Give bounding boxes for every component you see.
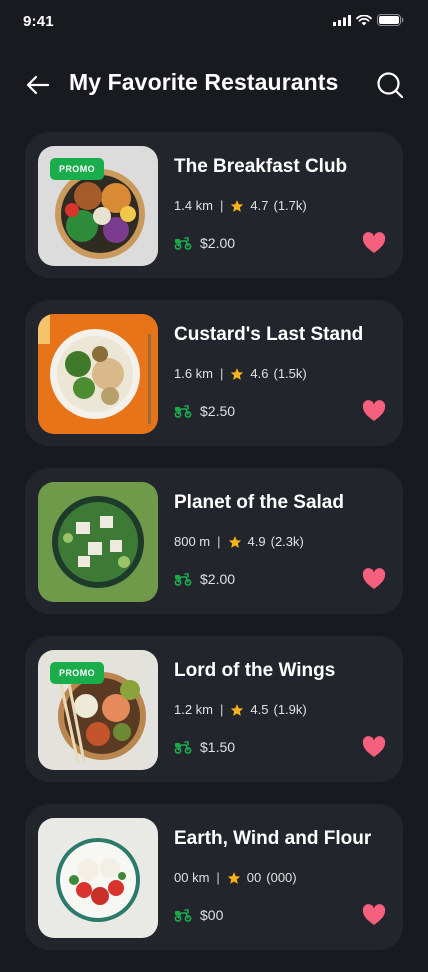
delivery-fee-value: $2.00 bbox=[200, 571, 236, 587]
delivery-scooter-icon bbox=[174, 741, 192, 754]
distance: 800 m bbox=[174, 534, 211, 549]
restaurant-list: PROMO The Breakfast Club 1.4 km | 4.7 (1… bbox=[25, 132, 403, 972]
delivery-fee: $2.00 bbox=[174, 571, 235, 587]
distance: 1.6 km bbox=[174, 366, 214, 381]
review-count: (1.5k) bbox=[273, 366, 307, 381]
rating: 4.6 bbox=[250, 366, 269, 381]
delivery-scooter-icon bbox=[174, 573, 192, 586]
star-icon bbox=[228, 535, 241, 548]
star-icon bbox=[231, 199, 244, 212]
restaurant-name: Lord of the Wings bbox=[174, 660, 336, 681]
separator: | bbox=[220, 366, 224, 381]
restaurant-name: The Breakfast Club bbox=[174, 156, 348, 177]
restaurant-meta: 00 km | 00 (000) bbox=[174, 870, 297, 885]
search-icon[interactable] bbox=[376, 71, 404, 99]
delivery-fee-value: $00 bbox=[200, 907, 224, 923]
separator: | bbox=[216, 870, 220, 885]
heart-icon[interactable] bbox=[362, 904, 386, 926]
restaurant-meta: 800 m | 4.9 (2.3k) bbox=[174, 534, 304, 549]
rating: 00 bbox=[246, 870, 262, 885]
separator: | bbox=[220, 198, 224, 213]
wifi-icon bbox=[356, 14, 372, 25]
delivery-fee: $2.50 bbox=[174, 403, 235, 419]
restaurant-card[interactable]: Earth, Wind and Flour 00 km | 00 (000) $… bbox=[25, 804, 403, 950]
star-icon bbox=[231, 367, 244, 380]
heart-icon[interactable] bbox=[362, 400, 386, 422]
promo-badge: PROMO bbox=[50, 662, 105, 684]
delivery-fee-value: $2.50 bbox=[200, 403, 236, 419]
restaurant-name: Earth, Wind and Flour bbox=[174, 828, 372, 849]
star-icon bbox=[231, 703, 244, 716]
status-bar: 9:41 bbox=[0, 0, 428, 44]
restaurant-card[interactable]: Custard's Last Stand 1.6 km | 4.6 (1.5k)… bbox=[25, 300, 403, 446]
review-count: (1.7k) bbox=[273, 198, 307, 213]
heart-icon[interactable] bbox=[362, 232, 386, 254]
delivery-fee: $00 bbox=[174, 907, 223, 923]
restaurant-image bbox=[38, 314, 158, 434]
page-title: My Favorite Restaurants bbox=[69, 69, 339, 95]
restaurant-meta: 1.4 km | 4.7 (1.7k) bbox=[174, 198, 307, 213]
rating: 4.5 bbox=[250, 702, 269, 717]
review-count: (2.3k) bbox=[270, 534, 304, 549]
restaurant-image: PROMO bbox=[38, 146, 158, 266]
heart-icon[interactable] bbox=[362, 568, 386, 590]
rating: 4.9 bbox=[247, 534, 266, 549]
restaurant-meta: 1.2 km | 4.5 (1.9k) bbox=[174, 702, 307, 717]
back-arrow-icon[interactable] bbox=[24, 72, 52, 98]
header: My Favorite Restaurants bbox=[0, 60, 428, 110]
distance: 00 km bbox=[174, 870, 210, 885]
distance: 1.4 km bbox=[174, 198, 214, 213]
delivery-fee-value: $2.00 bbox=[200, 235, 236, 251]
signal-icon bbox=[333, 14, 351, 26]
status-time: 9:41 bbox=[23, 13, 54, 30]
delivery-fee-value: $1.50 bbox=[200, 739, 236, 755]
battery-icon bbox=[377, 14, 404, 26]
heart-icon[interactable] bbox=[362, 736, 386, 758]
review-count: (000) bbox=[266, 870, 297, 885]
delivery-fee: $2.00 bbox=[174, 235, 235, 251]
review-count: (1.9k) bbox=[273, 702, 307, 717]
restaurant-image bbox=[38, 482, 158, 602]
restaurant-image: PROMO bbox=[38, 650, 158, 770]
restaurant-meta: 1.6 km | 4.6 (1.5k) bbox=[174, 366, 307, 381]
restaurant-name: Planet of the Salad bbox=[174, 492, 344, 513]
delivery-fee: $1.50 bbox=[174, 739, 235, 755]
separator: | bbox=[220, 702, 224, 717]
separator: | bbox=[217, 534, 221, 549]
status-icons bbox=[333, 14, 404, 26]
restaurant-card[interactable]: PROMO The Breakfast Club 1.4 km | 4.7 (1… bbox=[25, 132, 403, 278]
delivery-scooter-icon bbox=[174, 405, 192, 418]
restaurant-name: Custard's Last Stand bbox=[174, 324, 364, 345]
restaurant-card[interactable]: PROMO Lord of the Wings 1.2 km | 4.5 (1.… bbox=[25, 636, 403, 782]
rating: 4.7 bbox=[250, 198, 269, 213]
delivery-scooter-icon bbox=[174, 237, 192, 250]
star-icon bbox=[227, 871, 240, 884]
distance: 1.2 km bbox=[174, 702, 214, 717]
promo-badge: PROMO bbox=[50, 158, 105, 180]
delivery-scooter-icon bbox=[174, 909, 192, 922]
restaurant-card[interactable]: Planet of the Salad 800 m | 4.9 (2.3k) $… bbox=[25, 468, 403, 614]
restaurant-image bbox=[38, 818, 158, 938]
